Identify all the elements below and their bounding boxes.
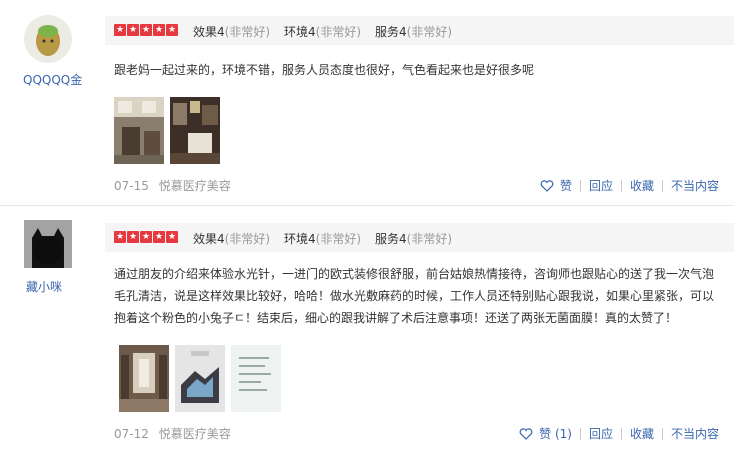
star-icon: ★: [140, 24, 152, 36]
rating-bar: ★ ★ ★ ★ ★ 效果4(非常好) 环境4(非常好) 服务4(非常好): [105, 16, 734, 45]
favorite-button[interactable]: 收藏: [630, 425, 654, 442]
score-effect: 效果4(非常好): [193, 25, 271, 39]
star-rating: ★ ★ ★ ★ ★: [114, 231, 178, 243]
star-rating: ★ ★ ★ ★ ★: [114, 24, 178, 36]
review-divider: [0, 205, 734, 206]
like-label: 赞: [559, 179, 572, 193]
review-actions: 赞 (1) 回应 收藏 不当内容: [519, 425, 719, 442]
avatar[interactable]: [24, 15, 72, 63]
review-photo[interactable]: [175, 345, 225, 412]
star-icon: ★: [127, 24, 139, 36]
shop-name[interactable]: 悦慕医疗美容: [159, 179, 231, 193]
heart-icon: [519, 427, 533, 440]
shop-name[interactable]: 悦慕医疗美容: [159, 427, 231, 441]
avatar[interactable]: [24, 220, 72, 268]
review-item: QQQQQ金 ★ ★ ★ ★ ★ 效果4(非常好) 环境4(非常好) 服务4(非…: [0, 0, 734, 206]
review-text: 跟老妈一起过来的，环境不错，服务人员态度也很好，气色看起来也是好很多呢: [114, 63, 535, 77]
star-icon: ★: [153, 24, 165, 36]
review-text-line: 通过朋友的介绍来体验水光针，一进门的欧式装修很舒服，前台姑娘热情接待，咨询师也跟…: [114, 267, 715, 281]
rating-bar: ★ ★ ★ ★ ★ 效果4(非常好) 环境4(非常好) 服务4(非常好): [105, 223, 734, 252]
star-icon: ★: [114, 231, 126, 243]
like-button[interactable]: 赞: [540, 177, 572, 194]
review-text: 通过朋友的介绍来体验水光针，一进门的欧式装修很舒服，前台姑娘热情接待，咨询师也跟…: [114, 263, 724, 329]
star-icon: ★: [140, 231, 152, 243]
report-button[interactable]: 不当内容: [671, 177, 719, 194]
divider: [661, 427, 663, 440]
photo-interior-icon: [114, 97, 164, 164]
review-photo[interactable]: [170, 97, 220, 164]
report-button[interactable]: 不当内容: [671, 425, 719, 442]
heart-icon: [540, 179, 554, 192]
cat-avatar-icon: [24, 220, 72, 268]
review-text-line: 抱着这个粉色的小兔子ㄷ！结束后，细心的跟我讲解了术后注意事项！还送了两张无菌面膜…: [114, 311, 678, 325]
photo-interior-icon: [170, 97, 220, 164]
review-meta: 07-15 悦慕医疗美容: [114, 177, 231, 194]
favorite-button[interactable]: 收藏: [630, 177, 654, 194]
avatar-image: [24, 15, 72, 63]
star-icon: ★: [166, 231, 178, 243]
divider: [579, 427, 581, 440]
score-environment: 环境4(非常好): [284, 25, 362, 39]
photo-mask-icon: [175, 345, 225, 412]
divider: [579, 179, 581, 192]
like-button[interactable]: 赞 (1): [519, 425, 572, 442]
review-date: 07-15: [114, 179, 149, 193]
review-photo[interactable]: [114, 97, 164, 164]
score-effect: 效果4(非常好): [193, 232, 271, 246]
like-label: 赞 (1): [539, 427, 572, 441]
username[interactable]: 藏小咪: [26, 278, 62, 295]
star-icon: ★: [114, 24, 126, 36]
review-meta: 07-12 悦慕医疗美容: [114, 425, 231, 442]
review-text-line: 毛孔清洁，说是这样效果比较好，哈哈！做水光敷麻药的时候，工作人员还特别贴心跟我说…: [114, 289, 715, 303]
photo-hallway-icon: [119, 345, 169, 412]
review-actions: 赞 回应 收藏 不当内容: [540, 177, 719, 194]
star-icon: ★: [166, 24, 178, 36]
review-photo[interactable]: [119, 345, 169, 412]
divider: [661, 179, 663, 192]
reply-button[interactable]: 回应: [589, 177, 613, 194]
divider: [620, 427, 622, 440]
score-environment: 环境4(非常好): [284, 232, 362, 246]
star-icon: ★: [153, 231, 165, 243]
photo-paper-icon: [231, 345, 281, 412]
star-icon: ★: [127, 231, 139, 243]
score-service: 服务4(非常好): [375, 232, 453, 246]
review-item: 藏小咪 ★ ★ ★ ★ ★ 效果4(非常好) 环境4(非常好) 服务4(非常好)…: [0, 207, 734, 465]
divider: [620, 179, 622, 192]
review-photo[interactable]: [231, 345, 281, 412]
review-date: 07-12: [114, 427, 149, 441]
score-service: 服务4(非常好): [375, 25, 453, 39]
reply-button[interactable]: 回应: [589, 425, 613, 442]
username[interactable]: QQQQQ金: [23, 71, 82, 88]
